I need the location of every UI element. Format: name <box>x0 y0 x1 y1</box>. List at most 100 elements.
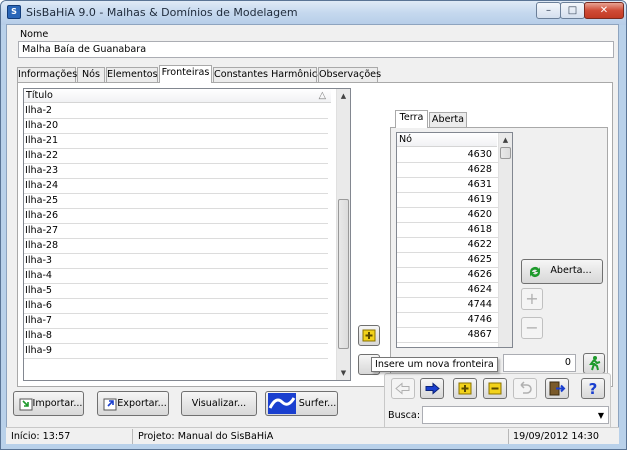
export-icon <box>103 398 117 411</box>
status-datetime: 19/09/2012 14:30 <box>513 431 599 442</box>
list-item[interactable]: Ilha-21 <box>24 134 328 149</box>
header-label: Título <box>26 90 53 101</box>
scroll-down-icon[interactable]: ▼ <box>337 366 350 380</box>
list-item[interactable]: Ilha-25 <box>24 194 328 209</box>
list-item[interactable]: Ilha-24 <box>24 179 328 194</box>
app-icon: S <box>7 5 21 19</box>
plus-icon <box>362 329 376 342</box>
refresh-icon <box>530 267 540 277</box>
help-icon: ? <box>589 380 598 398</box>
list-item[interactable]: 4744 <box>397 298 512 313</box>
inner-tab-panel: Nó 4630 4628 4631 4619 4620 4618 4622 4625 4626 4… <box>390 127 608 382</box>
tab-terra[interactable]: Terra <box>395 110 428 128</box>
arrow-left-icon <box>395 382 410 395</box>
list-item[interactable]: Ilha-2 <box>24 104 328 119</box>
list-item[interactable]: Ilha-7 <box>24 314 328 329</box>
maximize-button[interactable]: □ <box>560 2 585 19</box>
fronteiras-list[interactable]: Título △ Ilha-2 Ilha-20 Ilha-21 Ilha-22 Ilha… <box>23 88 351 381</box>
list-item[interactable]: Ilha-6 <box>24 299 328 314</box>
nodes-header[interactable]: Nó <box>397 133 497 147</box>
delete-record-button[interactable] <box>483 378 507 399</box>
nodes-list[interactable]: Nó 4630 4628 4631 4619 4620 4618 4622 4625 4626 4… <box>396 132 513 348</box>
list-header-titulo[interactable]: Título △ <box>24 89 331 103</box>
exportar-button[interactable]: Exportar... <box>97 391 169 416</box>
list-item[interactable]: 4625 <box>397 253 512 268</box>
help-button[interactable]: ? <box>581 378 605 399</box>
importar-button[interactable]: Importar... <box>13 391 84 416</box>
list-item[interactable]: Ilha-23 <box>24 164 328 179</box>
title-bar[interactable]: S SisBaHiA 9.0 - Malhas & Domínios de Mo… <box>1 1 626 25</box>
list-item[interactable]: Ilha-28 <box>24 239 328 254</box>
tab-fronteiras[interactable]: Fronteiras <box>159 65 212 83</box>
client-area: Nome Malha Baía de Guanabara Informações… <box>6 24 619 444</box>
list-item[interactable]: Ilha-26 <box>24 209 328 224</box>
scroll-up-icon[interactable]: ▲ <box>499 133 512 147</box>
nodes-scrollbar[interactable]: ▲ <box>498 133 512 347</box>
undo-button[interactable] <box>513 378 537 399</box>
tab-nos[interactable]: Nós <box>77 67 105 82</box>
list-item[interactable]: 4630 <box>397 148 512 163</box>
status-separator <box>508 429 509 444</box>
list-item[interactable]: Ilha-27 <box>24 224 328 239</box>
tab-elementos[interactable]: Elementos <box>106 67 158 82</box>
importar-label: Importar... <box>32 398 83 409</box>
exportar-label: Exportar... <box>117 398 167 409</box>
navigation-group: ? Busca: ▼ <box>384 373 611 431</box>
search-label: Busca: <box>388 410 421 421</box>
previous-button[interactable] <box>391 378 415 399</box>
list-item[interactable]: Ilha-4 <box>24 269 328 284</box>
list-item[interactable]: 4626 <box>397 268 512 283</box>
fronteiras-panel: Título △ Ilha-2 Ilha-20 Ilha-21 Ilha-22 Ilha… <box>17 82 613 387</box>
list-item[interactable]: Ilha-9 <box>24 344 328 359</box>
list-item[interactable]: 4867 <box>397 328 512 343</box>
chevron-down-icon[interactable]: ▼ <box>598 408 604 423</box>
list-item[interactable]: 4622 <box>397 238 512 253</box>
scroll-thumb[interactable] <box>500 147 511 159</box>
status-inicio: Início: 13:57 <box>11 431 71 442</box>
list-item[interactable]: 4746 <box>397 313 512 328</box>
tab-informacoes[interactable]: Informações <box>17 67 77 82</box>
next-button[interactable] <box>420 378 444 399</box>
tab-constantes-harmonicas[interactable]: Constantes Harmônicas <box>213 67 328 82</box>
name-input[interactable]: Malha Baía de Guanabara <box>18 41 614 58</box>
exit-button[interactable] <box>545 378 569 399</box>
list-item[interactable]: 4619 <box>397 193 512 208</box>
plus-icon <box>458 382 472 395</box>
undo-icon <box>520 381 532 394</box>
search-combobox[interactable]: ▼ <box>422 406 609 424</box>
list-item[interactable]: 4618 <box>397 223 512 238</box>
list-item[interactable]: 4620 <box>397 208 512 223</box>
surfer-button[interactable]: Surfer... <box>265 391 338 416</box>
tab-observacoes[interactable]: Observações <box>318 67 381 82</box>
scroll-thumb[interactable] <box>338 199 349 350</box>
remove-node-button[interactable]: − <box>521 317 543 339</box>
window-title: SisBaHiA 9.0 - Malhas & Domínios de Mode… <box>26 6 298 19</box>
add-record-button[interactable] <box>453 378 477 399</box>
aberta-button-label: Aberta... <box>550 265 592 276</box>
aberta-button[interactable]: Aberta... <box>521 259 603 284</box>
list-item[interactable]: Ilha-22 <box>24 149 328 164</box>
node-number-input[interactable]: 0 <box>503 354 576 372</box>
list-item[interactable]: 4631 <box>397 178 512 193</box>
name-label: Nome <box>20 29 49 40</box>
list-item[interactable]: 4624 <box>397 283 512 298</box>
fronteiras-scrollbar[interactable]: ▲ ▼ <box>336 89 350 380</box>
scroll-up-icon[interactable]: ▲ <box>337 89 350 103</box>
running-man-icon <box>589 356 601 371</box>
close-button[interactable]: ✕ <box>584 2 624 19</box>
list-item[interactable]: 4628 <box>397 163 512 178</box>
visualizar-button[interactable]: Visualizar... <box>181 391 257 416</box>
insert-frontier-button[interactable] <box>358 325 380 346</box>
status-projeto: Projeto: Manual do SisBaHiA <box>138 431 274 442</box>
list-item[interactable]: Ilha-20 <box>24 119 328 134</box>
svg-text:?: ? <box>589 380 598 398</box>
add-node-button[interactable]: + <box>521 288 543 310</box>
list-item[interactable]: Ilha-5 <box>24 284 328 299</box>
tab-aberta[interactable]: Aberta <box>429 112 467 127</box>
go-node-button[interactable] <box>583 353 605 374</box>
list-item[interactable]: Ilha-8 <box>24 329 328 344</box>
list-item[interactable]: Ilha-3 <box>24 254 328 269</box>
surfer-logo-icon <box>268 393 296 414</box>
minimize-button[interactable]: – <box>536 2 561 19</box>
insert-frontier-tooltip: Insere um nova fronteira <box>371 357 498 372</box>
